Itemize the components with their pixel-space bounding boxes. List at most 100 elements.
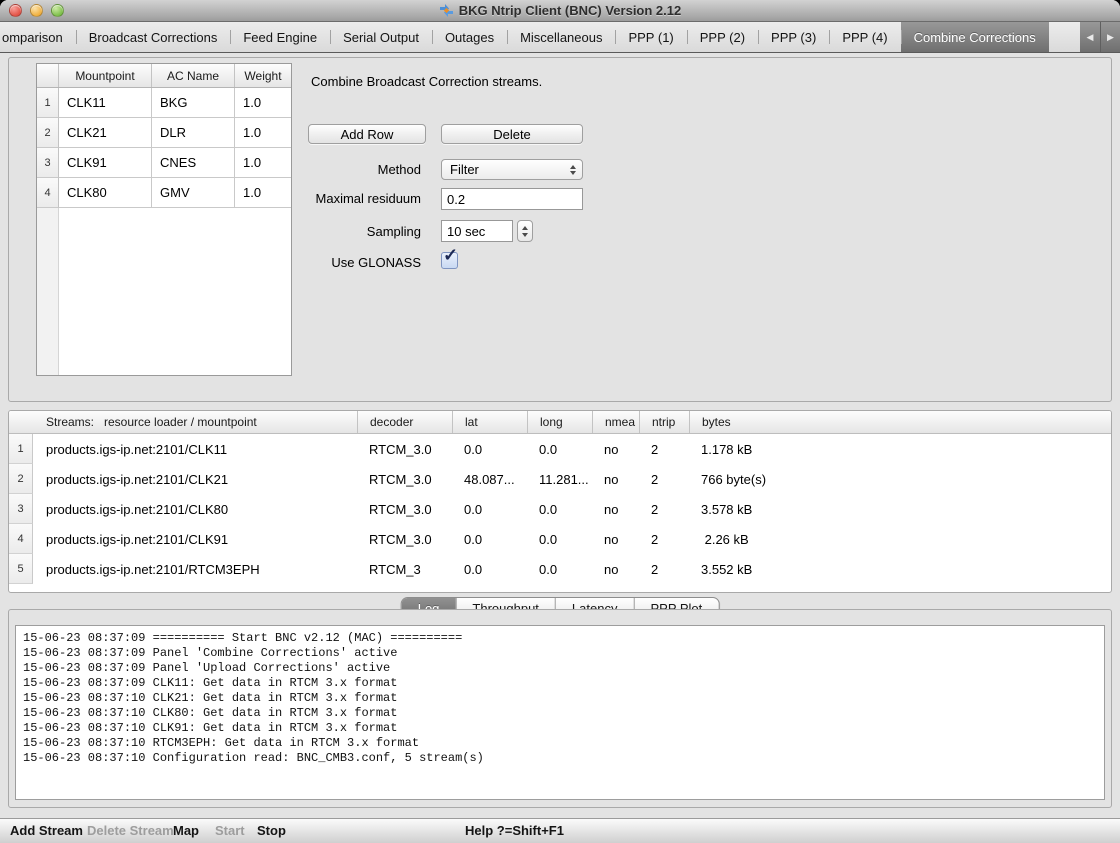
cell-mountpoint[interactable]: products.igs-ip.net:2101/CLK21: [33, 464, 357, 494]
minimize-button[interactable]: [30, 4, 43, 17]
sampling-stepper[interactable]: [517, 220, 533, 242]
cell-ac-name[interactable]: DLR: [152, 118, 235, 148]
cell-weight[interactable]: 1.0: [235, 118, 291, 148]
help-hint: Help ?=Shift+F1: [465, 823, 564, 838]
col-mountpoint[interactable]: Mountpoint: [59, 64, 152, 87]
add-row-button[interactable]: Add Row: [308, 124, 426, 144]
cell-long[interactable]: 0.0: [527, 434, 592, 464]
cell-mountpoint[interactable]: products.igs-ip.net:2101/CLK11: [33, 434, 357, 464]
cell-lat[interactable]: 0.0: [452, 434, 527, 464]
sampling-input[interactable]: [441, 220, 513, 242]
glonass-label: Use GLONASS: [9, 255, 421, 270]
col-ac-name[interactable]: AC Name: [152, 64, 235, 87]
tab-miscellaneous[interactable]: Miscellaneous: [507, 22, 615, 52]
cell-lat[interactable]: 0.0: [452, 524, 527, 554]
cell-nmea[interactable]: no: [592, 494, 639, 524]
stop-button[interactable]: Stop: [257, 823, 286, 838]
tab-outages[interactable]: Outages: [432, 22, 507, 52]
log-line: 15-06-23 08:37:10 CLK80: Get data in RTC…: [23, 706, 1097, 721]
cell-decoder[interactable]: RTCM_3.0: [357, 464, 452, 494]
corner-header: [37, 64, 59, 87]
close-button[interactable]: [9, 4, 22, 17]
table-row[interactable]: 1 CLK11 BKG 1.0: [37, 88, 291, 118]
col-weight[interactable]: Weight: [235, 64, 291, 87]
col-decoder[interactable]: decoder: [357, 411, 452, 433]
row-number: 4: [9, 524, 33, 554]
row-number: 5: [9, 554, 33, 584]
table-row[interactable]: 2 CLK21 DLR 1.0: [37, 118, 291, 148]
title-bar: BKG Ntrip Client (BNC) Version 2.12: [0, 0, 1120, 22]
cell-ac-name[interactable]: BKG: [152, 88, 235, 118]
cell-bytes[interactable]: 2.26 kB: [689, 524, 1111, 554]
tab-serial-output[interactable]: Serial Output: [330, 22, 432, 52]
stream-row[interactable]: 2 products.igs-ip.net:2101/CLK21 RTCM_3.…: [9, 464, 1111, 494]
cell-decoder[interactable]: RTCM_3.0: [357, 434, 452, 464]
log-panel: 15-06-23 08:37:09 ========== Start BNC v…: [8, 609, 1112, 808]
tab-broadcast-corrections[interactable]: Broadcast Corrections: [76, 22, 231, 52]
tab-ppp-3[interactable]: PPP (3): [758, 22, 829, 52]
cell-ntrip[interactable]: 2: [639, 494, 689, 524]
tab-comparison[interactable]: omparison: [0, 22, 76, 52]
tab-feed-engine[interactable]: Feed Engine: [230, 22, 330, 52]
cell-nmea[interactable]: no: [592, 524, 639, 554]
col-lat[interactable]: lat: [452, 411, 527, 433]
log-output[interactable]: 15-06-23 08:37:09 ========== Start BNC v…: [15, 625, 1105, 800]
glonass-checkbox[interactable]: ✓: [441, 252, 458, 269]
cell-lat[interactable]: 0.0: [452, 494, 527, 524]
col-nmea[interactable]: nmea: [592, 411, 639, 433]
cell-bytes[interactable]: 3.552 kB: [689, 554, 1111, 584]
cell-mountpoint[interactable]: CLK11: [59, 88, 152, 118]
cell-lat[interactable]: 0.0: [452, 554, 527, 584]
tab-ppp-4[interactable]: PPP (4): [829, 22, 900, 52]
cell-long[interactable]: 0.0: [527, 554, 592, 584]
cell-ntrip[interactable]: 2: [639, 434, 689, 464]
log-line: 15-06-23 08:37:09 Panel 'Combine Correct…: [23, 646, 1097, 661]
streams-table: Streams: resource loader / mountpoint de…: [8, 410, 1112, 593]
cell-mountpoint[interactable]: products.igs-ip.net:2101/RTCM3EPH: [33, 554, 357, 584]
method-select[interactable]: Filter: [441, 159, 583, 180]
stream-row[interactable]: 3 products.igs-ip.net:2101/CLK80 RTCM_3.…: [9, 494, 1111, 524]
cell-bytes[interactable]: 3.578 kB: [689, 494, 1111, 524]
cell-decoder[interactable]: RTCM_3.0: [357, 494, 452, 524]
col-ntrip[interactable]: ntrip: [639, 411, 689, 433]
col-streams-mountpoint[interactable]: Streams: resource loader / mountpoint: [33, 411, 357, 433]
delete-button[interactable]: Delete: [441, 124, 583, 144]
cell-ntrip[interactable]: 2: [639, 554, 689, 584]
cell-ntrip[interactable]: 2: [639, 464, 689, 494]
cell-nmea[interactable]: no: [592, 464, 639, 494]
stream-row[interactable]: 4 products.igs-ip.net:2101/CLK91 RTCM_3.…: [9, 524, 1111, 554]
map-button[interactable]: Map: [173, 823, 199, 838]
cell-nmea[interactable]: no: [592, 434, 639, 464]
cell-mountpoint[interactable]: products.igs-ip.net:2101/CLK80: [33, 494, 357, 524]
stream-row[interactable]: 1 products.igs-ip.net:2101/CLK11 RTCM_3.…: [9, 434, 1111, 464]
cell-decoder[interactable]: RTCM_3.0: [357, 524, 452, 554]
cell-bytes[interactable]: 1.178 kB: [689, 434, 1111, 464]
tab-scroll-left-icon[interactable]: ◀: [1080, 22, 1100, 52]
step-down-icon[interactable]: [522, 233, 528, 237]
tab-ppp-2[interactable]: PPP (2): [687, 22, 758, 52]
tab-ppp-1[interactable]: PPP (1): [615, 22, 686, 52]
cell-decoder[interactable]: RTCM_3: [357, 554, 452, 584]
row-number: 2: [9, 464, 33, 494]
cell-mountpoint[interactable]: products.igs-ip.net:2101/CLK91: [33, 524, 357, 554]
cell-mountpoint[interactable]: CLK21: [59, 118, 152, 148]
cell-long[interactable]: 11.281...: [527, 464, 592, 494]
col-long[interactable]: long: [527, 411, 592, 433]
stream-row[interactable]: 5 products.igs-ip.net:2101/RTCM3EPH RTCM…: [9, 554, 1111, 584]
cell-lat[interactable]: 48.087...: [452, 464, 527, 494]
zoom-button[interactable]: [51, 4, 64, 17]
cell-ntrip[interactable]: 2: [639, 524, 689, 554]
add-stream-button[interactable]: Add Stream: [10, 823, 83, 838]
cell-weight[interactable]: 1.0: [235, 88, 291, 118]
cell-bytes[interactable]: 766 byte(s): [689, 464, 1111, 494]
residuum-input[interactable]: [441, 188, 583, 210]
cell-nmea[interactable]: no: [592, 554, 639, 584]
cell-long[interactable]: 0.0: [527, 524, 592, 554]
step-up-icon[interactable]: [522, 226, 528, 230]
col-bytes[interactable]: bytes: [689, 411, 1111, 433]
app-icon: [439, 3, 454, 18]
tab-scroll-right-icon[interactable]: ▶: [1100, 22, 1120, 52]
cell-long[interactable]: 0.0: [527, 494, 592, 524]
tab-combine-corrections[interactable]: Combine Corrections: [901, 22, 1049, 52]
combination-table-header: Mountpoint AC Name Weight: [37, 64, 291, 88]
